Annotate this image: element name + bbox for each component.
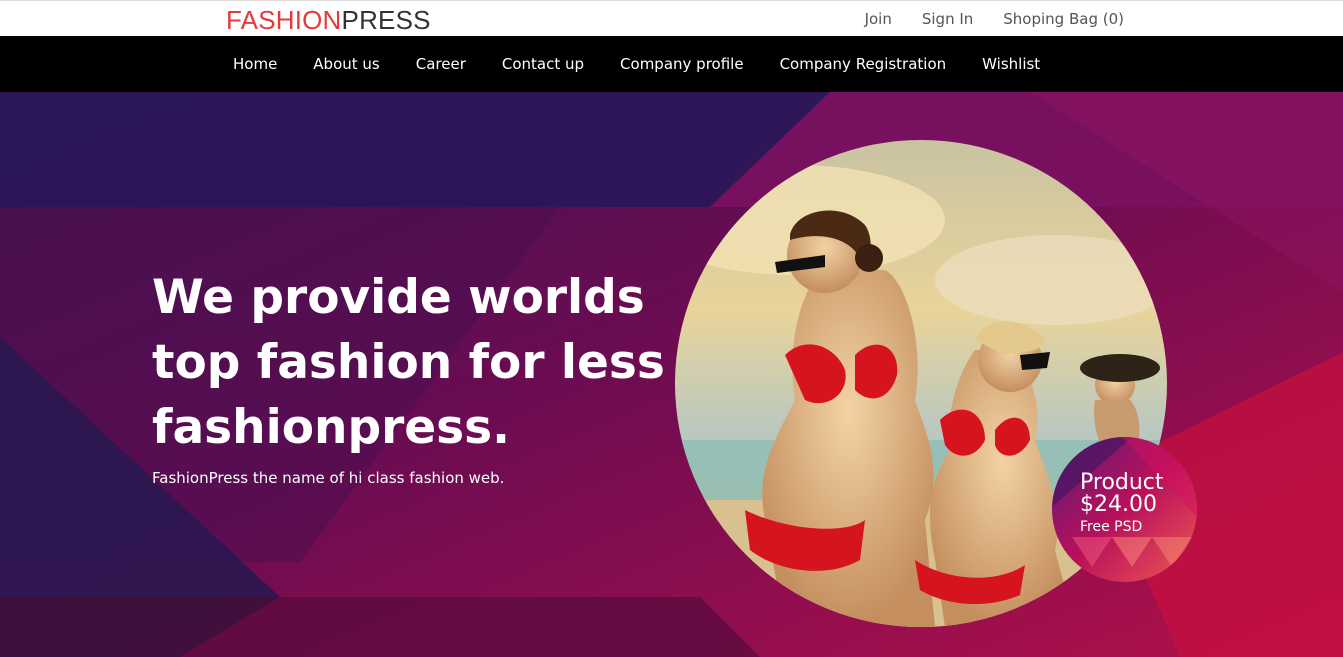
badge-note: Free PSD xyxy=(1080,519,1143,535)
nav-contact[interactable]: Contact up xyxy=(502,55,584,73)
logo-part-press: PRESS xyxy=(341,5,431,35)
nav-about-us[interactable]: About us xyxy=(313,55,379,73)
shopping-bag-link[interactable]: Shoping Bag (0) xyxy=(1003,10,1124,28)
hero-heading-line-1: We provide worlds xyxy=(152,270,645,325)
fashionpress-logo[interactable]: FASHIONPRESS xyxy=(226,4,431,36)
top-bar: FASHIONPRESS Join Sign In Shoping Bag (0… xyxy=(0,0,1343,36)
badge-price: $24.00 xyxy=(1080,492,1157,517)
hero-heading-line-2: top fashion for less xyxy=(152,335,665,390)
nav-company-profile[interactable]: Company profile xyxy=(620,55,744,73)
hero-heading-line-3: fashionpress. xyxy=(152,400,510,455)
nav-wishlist[interactable]: Wishlist xyxy=(982,55,1040,73)
nav-career[interactable]: Career xyxy=(416,55,466,73)
hero-heading: We provide worlds top fashion for less f… xyxy=(152,265,672,460)
account-links: Join Sign In Shoping Bag (0) xyxy=(865,1,1124,37)
nav-home[interactable]: Home xyxy=(233,55,277,73)
main-navigation: Home About us Career Contact up Company … xyxy=(0,36,1343,92)
hero-subtitle: FashionPress the name of hi class fashio… xyxy=(152,469,505,487)
nav-company-registration[interactable]: Company Registration xyxy=(780,55,947,73)
sign-in-link[interactable]: Sign In xyxy=(922,10,973,28)
logo-part-fashion: FASHION xyxy=(226,5,342,35)
badge-text: Product $24.00 Free PSD xyxy=(1080,470,1164,535)
hero-banner: We provide worlds top fashion for less f… xyxy=(0,92,1343,657)
badge-product-label: Product xyxy=(1080,470,1164,495)
join-link[interactable]: Join xyxy=(865,10,892,28)
